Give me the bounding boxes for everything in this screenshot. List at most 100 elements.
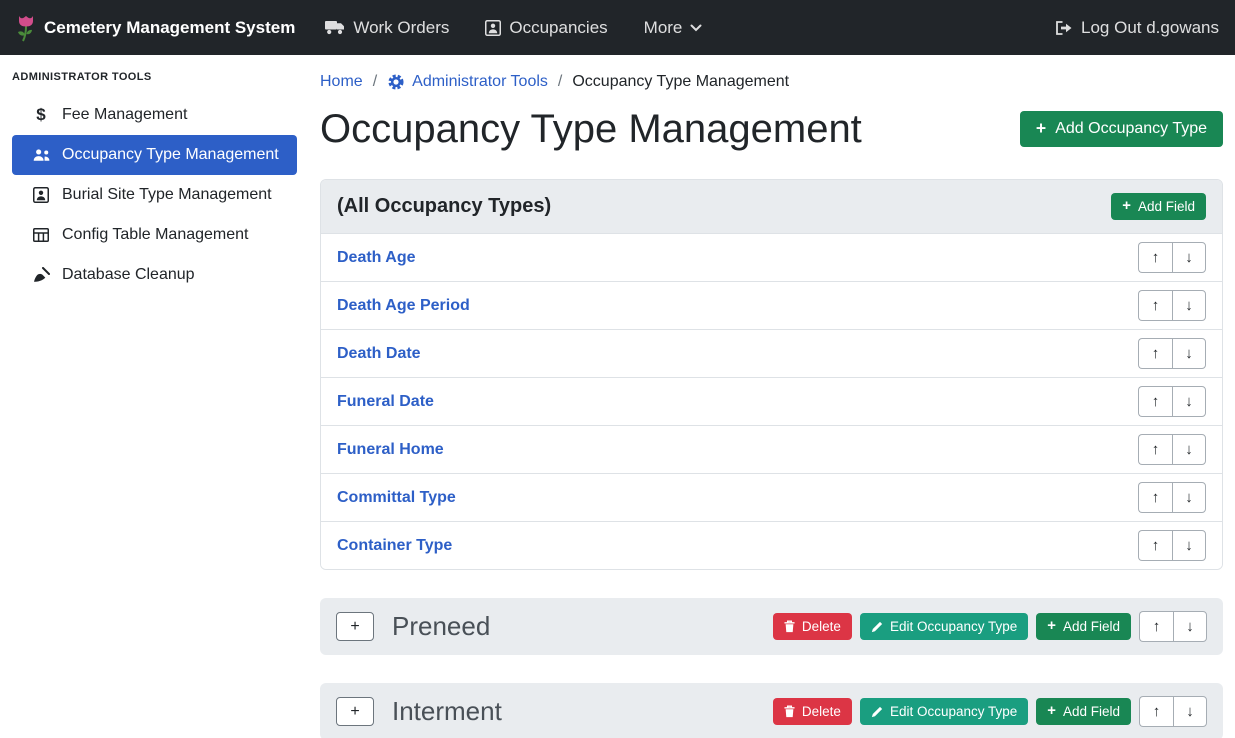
breadcrumb-separator: / xyxy=(558,73,562,91)
move-up-button[interactable]: ↑ xyxy=(1138,242,1172,273)
add-occupancy-type-button[interactable]: + Add Occupancy Type xyxy=(1020,111,1223,147)
page-title: Occupancy Type Management xyxy=(320,105,862,153)
main-content: Home / Administrator Tools / Occupancy T… xyxy=(308,55,1235,738)
move-down-button[interactable]: ↓ xyxy=(1172,434,1206,465)
reorder-group: ↑ ↓ xyxy=(1139,611,1207,642)
all-occupancy-types-card: (All Occupancy Types) + Add Field Death … xyxy=(320,179,1223,570)
plus-icon: + xyxy=(1036,120,1046,138)
edit-occupancy-type-button[interactable]: Edit Occupancy Type xyxy=(860,613,1028,640)
nav-work-orders[interactable]: Work Orders xyxy=(325,18,449,38)
move-down-button[interactable]: ↓ xyxy=(1172,482,1206,513)
move-up-button[interactable]: ↑ xyxy=(1138,338,1172,369)
logout-icon xyxy=(1055,21,1073,35)
logout-link[interactable]: Log Out d.gowans xyxy=(1055,18,1219,38)
add-field-button[interactable]: + Add Field xyxy=(1036,698,1131,725)
add-field-button[interactable]: + Add Field xyxy=(1111,193,1206,220)
pencil-icon xyxy=(871,706,883,718)
truck-icon xyxy=(325,20,345,35)
field-row: Committal Type ↑ ↓ xyxy=(321,473,1222,521)
person-frame-icon xyxy=(30,187,52,203)
reorder-group: ↑ ↓ xyxy=(1138,530,1206,561)
pencil-icon xyxy=(871,621,883,633)
move-up-button[interactable]: ↑ xyxy=(1139,696,1173,727)
chevron-down-icon xyxy=(690,24,702,32)
field-row: Death Age Period ↑ ↓ xyxy=(321,281,1222,329)
field-link-committal-type[interactable]: Committal Type xyxy=(337,489,456,507)
move-down-button[interactable]: ↓ xyxy=(1172,290,1206,321)
reorder-group: ↑ ↓ xyxy=(1138,434,1206,465)
trash-icon xyxy=(784,705,795,718)
section-preneed: + Preneed Delete xyxy=(320,598,1223,655)
add-field-button[interactable]: + Add Field xyxy=(1036,613,1131,640)
sidebar-item-config-table-management[interactable]: Config Table Management xyxy=(12,215,297,255)
delete-button[interactable]: Delete xyxy=(773,698,852,725)
flower-logo-icon xyxy=(16,14,36,42)
move-up-button[interactable]: ↑ xyxy=(1138,482,1172,513)
expand-button[interactable]: + xyxy=(336,697,374,726)
reorder-group: ↑ ↓ xyxy=(1139,696,1207,727)
trash-icon xyxy=(784,620,795,633)
person-frame-icon xyxy=(485,20,501,36)
nav-occupancies[interactable]: Occupancies xyxy=(485,18,607,38)
section-actions: Delete Edit Occupancy Type + Add Field ↑ xyxy=(773,696,1207,727)
plus-icon: + xyxy=(1122,199,1131,214)
reorder-group: ↑ ↓ xyxy=(1138,386,1206,417)
edit-occupancy-type-button[interactable]: Edit Occupancy Type xyxy=(860,698,1028,725)
field-row: Container Type ↑ ↓ xyxy=(321,521,1222,569)
field-link-funeral-date[interactable]: Funeral Date xyxy=(337,393,434,411)
reorder-group: ↑ ↓ xyxy=(1138,290,1206,321)
top-navbar: Cemetery Management System Work Orders xyxy=(0,0,1235,55)
move-down-button[interactable]: ↓ xyxy=(1173,696,1207,727)
delete-button[interactable]: Delete xyxy=(773,613,852,640)
section-actions: Delete Edit Occupancy Type + Add Field ↑ xyxy=(773,611,1207,642)
dollar-icon: $ xyxy=(30,105,52,125)
field-row: Funeral Date ↑ ↓ xyxy=(321,377,1222,425)
broom-icon xyxy=(30,267,52,283)
move-up-button[interactable]: ↑ xyxy=(1138,290,1172,321)
plus-icon: + xyxy=(1047,619,1056,634)
reorder-group: ↑ ↓ xyxy=(1138,242,1206,273)
brand-link[interactable]: Cemetery Management System xyxy=(16,14,295,42)
all-types-header: (All Occupancy Types) + Add Field xyxy=(321,180,1222,233)
section-interment: + Interment Delete xyxy=(320,683,1223,738)
move-up-button[interactable]: ↑ xyxy=(1139,611,1173,642)
move-down-button[interactable]: ↓ xyxy=(1172,242,1206,273)
breadcrumb: Home / Administrator Tools / Occupancy T… xyxy=(320,73,1223,91)
move-up-button[interactable]: ↑ xyxy=(1138,434,1172,465)
sidebar-item-database-cleanup[interactable]: Database Cleanup xyxy=(12,255,297,295)
expand-button[interactable]: + xyxy=(336,612,374,641)
reorder-group: ↑ ↓ xyxy=(1138,338,1206,369)
sidebar-item-burial-site-type-management[interactable]: Burial Site Type Management xyxy=(12,175,297,215)
sidebar: Administrator Tools $ Fee Management Occ… xyxy=(0,55,308,738)
field-row: Funeral Home ↑ ↓ xyxy=(321,425,1222,473)
breadcrumb-admin-tools[interactable]: Administrator Tools xyxy=(387,73,548,91)
move-up-button[interactable]: ↑ xyxy=(1138,530,1172,561)
move-up-button[interactable]: ↑ xyxy=(1138,386,1172,417)
nav-more[interactable]: More xyxy=(644,18,703,38)
field-link-death-age[interactable]: Death Age xyxy=(337,249,416,267)
breadcrumb-separator: / xyxy=(373,73,377,91)
move-down-button[interactable]: ↓ xyxy=(1172,386,1206,417)
all-types-title: (All Occupancy Types) xyxy=(337,195,551,218)
field-row: Death Date ↑ ↓ xyxy=(321,329,1222,377)
move-down-button[interactable]: ↓ xyxy=(1173,611,1207,642)
nav-links: Work Orders Occupancies More xyxy=(325,18,702,38)
sidebar-item-fee-management[interactable]: $ Fee Management xyxy=(12,95,297,135)
sidebar-item-occupancy-type-management[interactable]: Occupancy Type Management xyxy=(12,135,297,175)
gear-icon xyxy=(387,73,405,91)
move-down-button[interactable]: ↓ xyxy=(1172,530,1206,561)
brand-title: Cemetery Management System xyxy=(44,18,295,38)
move-down-button[interactable]: ↓ xyxy=(1172,338,1206,369)
breadcrumb-home[interactable]: Home xyxy=(320,73,363,91)
section-title: Interment xyxy=(392,696,502,727)
field-link-death-date[interactable]: Death Date xyxy=(337,345,421,363)
reorder-group: ↑ ↓ xyxy=(1138,482,1206,513)
field-link-funeral-home[interactable]: Funeral Home xyxy=(337,441,444,459)
section-title: Preneed xyxy=(392,611,490,642)
field-link-container-type[interactable]: Container Type xyxy=(337,537,452,555)
sidebar-heading: Administrator Tools xyxy=(0,63,308,95)
users-icon xyxy=(30,148,52,162)
breadcrumb-current: Occupancy Type Management xyxy=(572,73,789,91)
field-link-death-age-period[interactable]: Death Age Period xyxy=(337,297,470,315)
field-row: Death Age ↑ ↓ xyxy=(321,233,1222,281)
